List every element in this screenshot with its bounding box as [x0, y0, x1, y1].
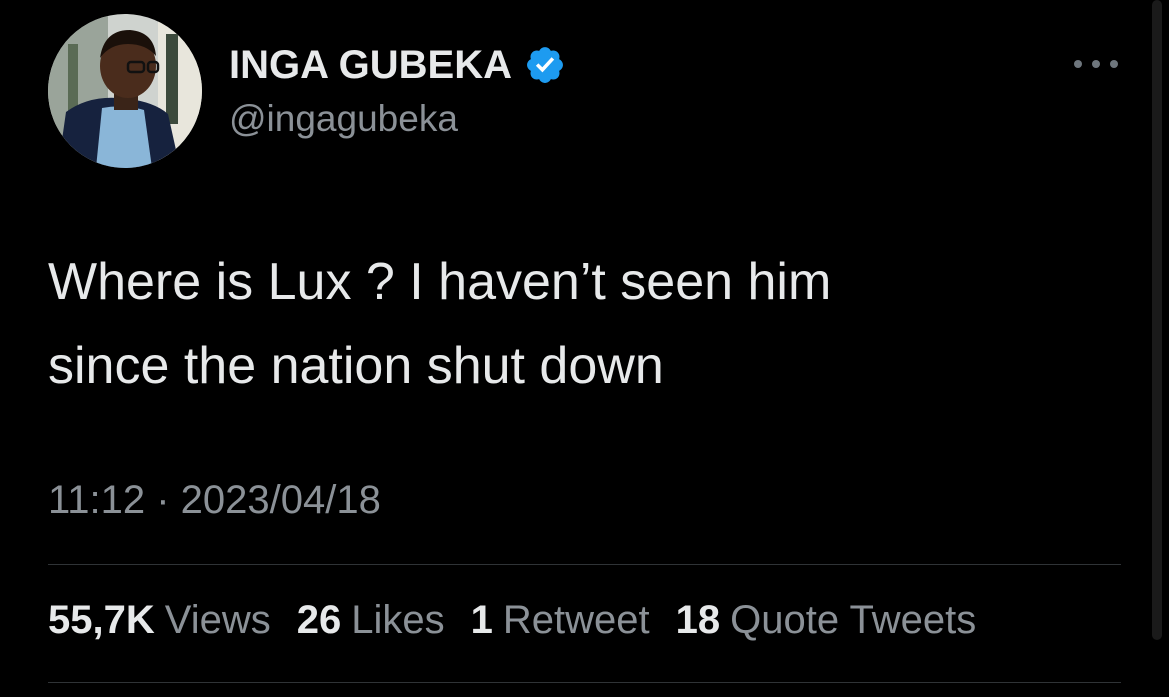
- quotes-stat[interactable]: 18 Quote Tweets: [676, 598, 977, 643]
- user-handle[interactable]: @ingagubeka: [229, 98, 458, 140]
- quotes-count: 18: [675, 598, 721, 642]
- tweet-text: Where is Lux ? I haven’t seen him since …: [48, 253, 832, 395]
- avatar[interactable]: [48, 14, 202, 168]
- verified-badge-icon: [524, 44, 566, 86]
- divider: [48, 682, 1121, 683]
- likes-label: Likes: [351, 598, 445, 642]
- views-label: Views: [164, 598, 271, 642]
- divider: [48, 564, 1121, 565]
- retweets-stat[interactable]: 1 Retweet: [471, 598, 650, 643]
- retweets-label: Retweet: [502, 598, 650, 642]
- quotes-label: Quote Tweets: [730, 598, 977, 642]
- name-row: INGA GUBEKA: [229, 40, 566, 90]
- views-count: 55,7K: [48, 598, 155, 642]
- display-name[interactable]: INGA GUBEKA: [229, 43, 512, 88]
- retweets-count: 1: [470, 598, 493, 642]
- tweet-stats: 55,7K Views 26 Likes 1 Retweet 18 Quote …: [48, 598, 1002, 643]
- avatar-image: [48, 14, 202, 168]
- views-stat[interactable]: 55,7K Views: [48, 598, 271, 643]
- dot: [1110, 60, 1118, 68]
- dot: [1074, 60, 1082, 68]
- likes-count: 26: [296, 598, 342, 642]
- tweet-card: INGA GUBEKA @ingagubeka Where is Lux ? I…: [0, 0, 1169, 697]
- scrollbar[interactable]: [1152, 0, 1162, 640]
- dot: [1092, 60, 1100, 68]
- tweet-timestamp[interactable]: 11:12 · 2023/04/18: [48, 478, 381, 523]
- more-options-icon[interactable]: [1074, 54, 1118, 74]
- likes-stat[interactable]: 26 Likes: [297, 598, 445, 643]
